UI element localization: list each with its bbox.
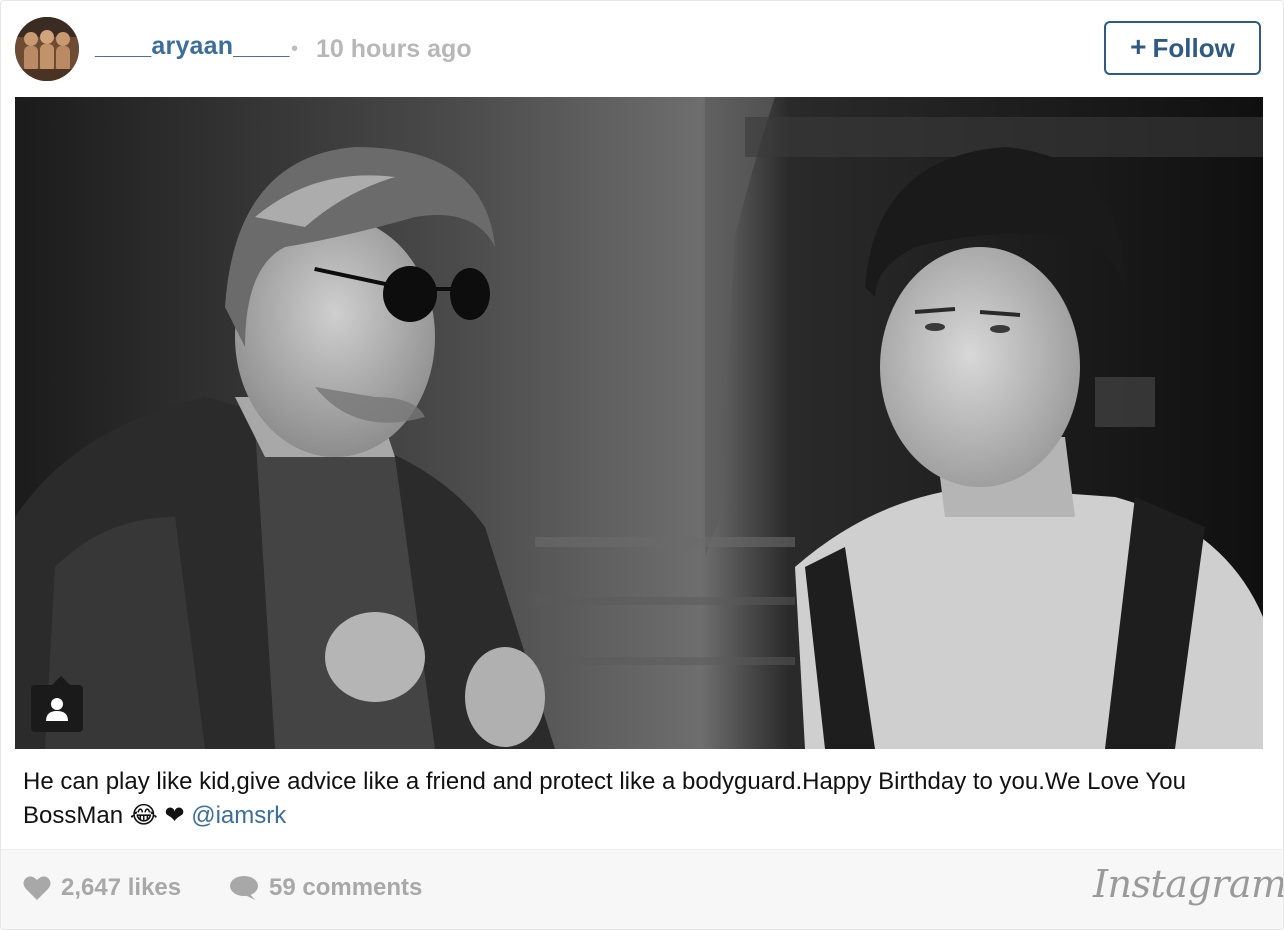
heart-icon xyxy=(23,876,51,900)
separator-dot: • xyxy=(291,38,299,60)
instagram-logo[interactable]: Instagram xyxy=(1093,862,1283,906)
post-photo[interactable] xyxy=(15,97,1263,749)
post-header: ____aryaan____ • 10 hours ago + Follow xyxy=(1,1,1283,97)
avatar[interactable] xyxy=(15,17,79,81)
heart-emoji-icon: ❤ xyxy=(164,802,185,829)
post-caption: He can play like kid,give advice like a … xyxy=(23,765,1263,833)
follow-button[interactable]: + Follow xyxy=(1104,21,1261,75)
user-tag-icon xyxy=(46,697,68,721)
user-tag-button[interactable] xyxy=(31,676,83,732)
follow-label: Follow xyxy=(1152,32,1235,63)
laughing-emoji-icon: 😂 xyxy=(129,802,158,829)
comment-bubble-icon xyxy=(230,876,258,900)
likes-label: 2,647 likes xyxy=(61,874,182,901)
mention-link[interactable]: @iamsrk xyxy=(191,802,286,829)
username-link[interactable]: ____aryaan____ xyxy=(95,32,290,61)
avatar-image xyxy=(15,17,79,81)
plus-icon: + xyxy=(1130,31,1147,62)
embedded-post-card: ____aryaan____ • 10 hours ago + Follow H… xyxy=(0,0,1284,930)
likes-count[interactable]: 2,647 likes xyxy=(23,874,181,902)
comments-count[interactable]: 59 comments xyxy=(229,874,422,902)
post-timestamp[interactable]: 10 hours ago xyxy=(316,35,472,64)
post-image xyxy=(15,97,1263,749)
comments-label: 59 comments xyxy=(269,874,423,901)
post-footer: 2,647 likes 59 comments Instagram xyxy=(1,849,1283,929)
